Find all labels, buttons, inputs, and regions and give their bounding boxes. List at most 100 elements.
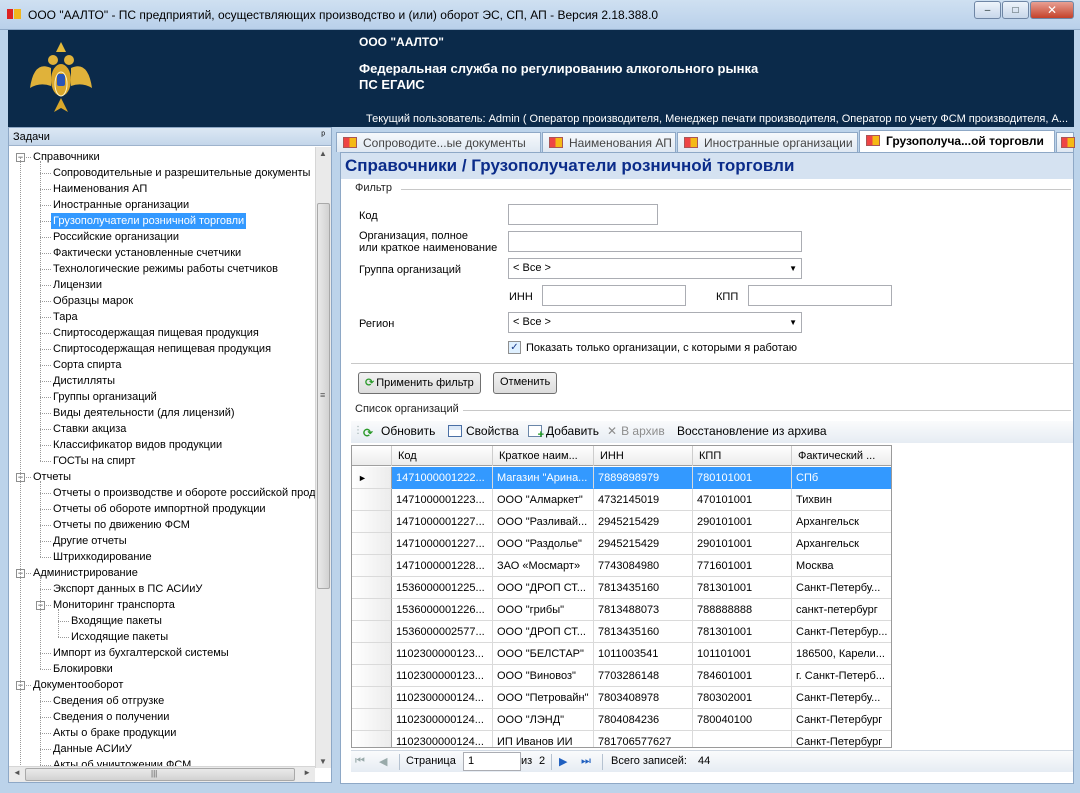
next-page-icon[interactable]: ▶	[559, 755, 567, 768]
tree-item[interactable]: Технологические режимы работы счетчиков	[53, 261, 278, 277]
scroll-right-icon[interactable]: ►	[303, 768, 311, 777]
org-name-input[interactable]	[508, 231, 802, 252]
row-header[interactable]	[352, 621, 392, 643]
tree-item[interactable]: Фактически установленные счетчики	[53, 245, 241, 261]
row-header[interactable]	[352, 709, 392, 731]
tree-item[interactable]: Данные АСИиУ	[53, 741, 132, 757]
properties-button[interactable]: Свойства	[448, 424, 519, 438]
org-group-select[interactable]: < Все > ▼	[508, 258, 802, 279]
row-header[interactable]	[352, 643, 392, 665]
row-header[interactable]	[352, 511, 392, 533]
tree-item[interactable]: Отчеты об обороте импортной продукции	[53, 501, 266, 517]
pin-icon[interactable]: ᵖ	[321, 130, 325, 141]
archive-button[interactable]: ✕ В архив	[607, 424, 665, 438]
scroll-left-icon[interactable]: ◄	[13, 768, 21, 777]
tree-item[interactable]: Блокировки	[53, 661, 113, 677]
code-input[interactable]	[508, 204, 658, 225]
tree-vertical-scrollbar[interactable]: ▲ ≡ ▼	[315, 147, 331, 768]
tree-item[interactable]: Дистилляты	[53, 373, 115, 389]
row-header[interactable]	[352, 577, 392, 599]
tree-item[interactable]: Импорт из бухгалтерской системы	[53, 645, 229, 661]
table-cell: ООО "ДРОП СТ...	[493, 577, 594, 599]
table-cell: 7813435160	[594, 621, 693, 643]
tree-item[interactable]: Иностранные организации	[53, 197, 189, 213]
row-header[interactable]	[352, 599, 392, 621]
first-page-icon[interactable]: ⏮	[355, 755, 365, 768]
tree-item[interactable]: Лицензии	[53, 277, 102, 293]
reference-icon	[1061, 137, 1075, 148]
tree-item[interactable]: Образцы марок	[53, 293, 133, 309]
tree-item[interactable]: Акты о браке продукции	[53, 725, 176, 741]
tree-item[interactable]: Отчеты по движению ФСМ	[53, 517, 190, 533]
tree-item[interactable]: Спиртосодержащая непищевая продукция	[53, 341, 271, 357]
apply-filter-button[interactable]: ⟳ Применить фильтр	[358, 372, 481, 394]
row-header[interactable]	[352, 687, 392, 709]
inn-input[interactable]	[542, 285, 686, 306]
column-header[interactable]: Код	[392, 446, 493, 466]
tab-accompanying-docs[interactable]: Сопроводите...ые документы	[336, 132, 541, 152]
column-header[interactable]: КПП	[693, 446, 792, 466]
tree-scroll-thumb[interactable]: ≡	[317, 203, 330, 589]
row-header[interactable]	[352, 533, 392, 555]
tree-item[interactable]: Сопроводительные и разрешительные докуме…	[53, 165, 310, 181]
table-cell: Магазин "Арина...	[493, 467, 594, 489]
tree-group[interactable]: Отчеты	[33, 469, 71, 485]
page-number-input[interactable]: 1	[463, 752, 521, 771]
tab-foreign-orgs[interactable]: Иностранные организации	[677, 132, 858, 152]
tree-item[interactable]: Исходящие пакеты	[71, 629, 168, 645]
prev-page-icon[interactable]: ◀	[379, 755, 387, 768]
close-button[interactable]: ✕	[1030, 1, 1074, 19]
last-page-icon[interactable]: ⏭	[581, 755, 591, 768]
tree-item[interactable]: Сведения об отгрузке	[53, 693, 164, 709]
restore-from-archive-button[interactable]: Восстановление из архива	[677, 424, 827, 438]
tree-item[interactable]: Отчеты о производстве и обороте российск…	[53, 485, 315, 501]
tree-item[interactable]: Ставки акциза	[53, 421, 126, 437]
kpp-input[interactable]	[748, 285, 892, 306]
tree-item[interactable]: Штрихкодирование	[53, 549, 152, 565]
tree-item[interactable]: Грузополучатели розничной торговли	[51, 213, 247, 229]
refresh-button[interactable]: ⟳ Обновить	[363, 424, 435, 440]
tree-item[interactable]: Российские организации	[53, 229, 179, 245]
tree-item[interactable]: Спиртосодержащая пищевая продукция	[53, 325, 259, 341]
row-header[interactable]	[352, 555, 392, 577]
tree-item[interactable]: Сорта спирта	[53, 357, 122, 373]
tree-connector	[40, 317, 51, 318]
row-header[interactable]	[352, 489, 392, 511]
row-header[interactable]	[352, 731, 392, 747]
tree-item[interactable]: Сведения о получении	[53, 709, 169, 725]
column-header[interactable]: ИНН	[594, 446, 693, 466]
row-header[interactable]	[352, 665, 392, 687]
tree-item[interactable]: Мониторинг транспорта	[53, 597, 175, 613]
scroll-up-icon[interactable]: ▲	[319, 149, 327, 158]
table-cell: 7804084236	[594, 709, 693, 731]
tree-item[interactable]: Классификатор видов продукции	[53, 437, 222, 453]
tree-group[interactable]: Администрирование	[33, 565, 138, 581]
region-select[interactable]: < Все > ▼	[508, 312, 802, 333]
row-header[interactable]: ►	[352, 467, 392, 489]
tree-hscroll-thumb[interactable]: |||	[25, 768, 295, 781]
tree-item[interactable]: Наименования АП	[53, 181, 147, 197]
table-cell: ООО "Петровайн"	[493, 687, 594, 709]
maximize-button[interactable]: □	[1002, 1, 1029, 19]
table-cell: 101101001	[693, 643, 792, 665]
tree-item[interactable]: Другие отчеты	[53, 533, 127, 549]
tree-horizontal-scrollbar[interactable]: ◄ ||| ►	[9, 766, 315, 782]
tree-item[interactable]: Тара	[53, 309, 78, 325]
tree-item[interactable]: Виды деятельности (для лицензий)	[53, 405, 235, 421]
tab-ap-names[interactable]: Наименования АП	[542, 132, 676, 152]
scroll-down-icon[interactable]: ▼	[319, 757, 327, 766]
tree-group[interactable]: Справочники	[33, 149, 100, 165]
tab-overflow[interactable]	[1056, 132, 1075, 152]
only-my-orgs-checkbox[interactable]: ✓	[508, 341, 521, 354]
column-header[interactable]: Фактический ...	[792, 446, 891, 466]
column-header[interactable]: Краткое наим...	[493, 446, 594, 466]
tree-item[interactable]: Группы организаций	[53, 389, 157, 405]
tree-item[interactable]: Входящие пакеты	[71, 613, 162, 629]
tree-item[interactable]: Экспорт данных в ПС АСИиУ	[53, 581, 202, 597]
tree-item[interactable]: ГОСТы на спирт	[53, 453, 135, 469]
cancel-filter-button[interactable]: Отменить	[493, 372, 558, 394]
add-button[interactable]: + Добавить	[528, 424, 599, 441]
minimize-button[interactable]: –	[974, 1, 1001, 19]
tab-retail-consignees[interactable]: Грузополуча...ой торговли	[859, 130, 1055, 152]
tree-group[interactable]: Документооборот	[33, 677, 123, 693]
